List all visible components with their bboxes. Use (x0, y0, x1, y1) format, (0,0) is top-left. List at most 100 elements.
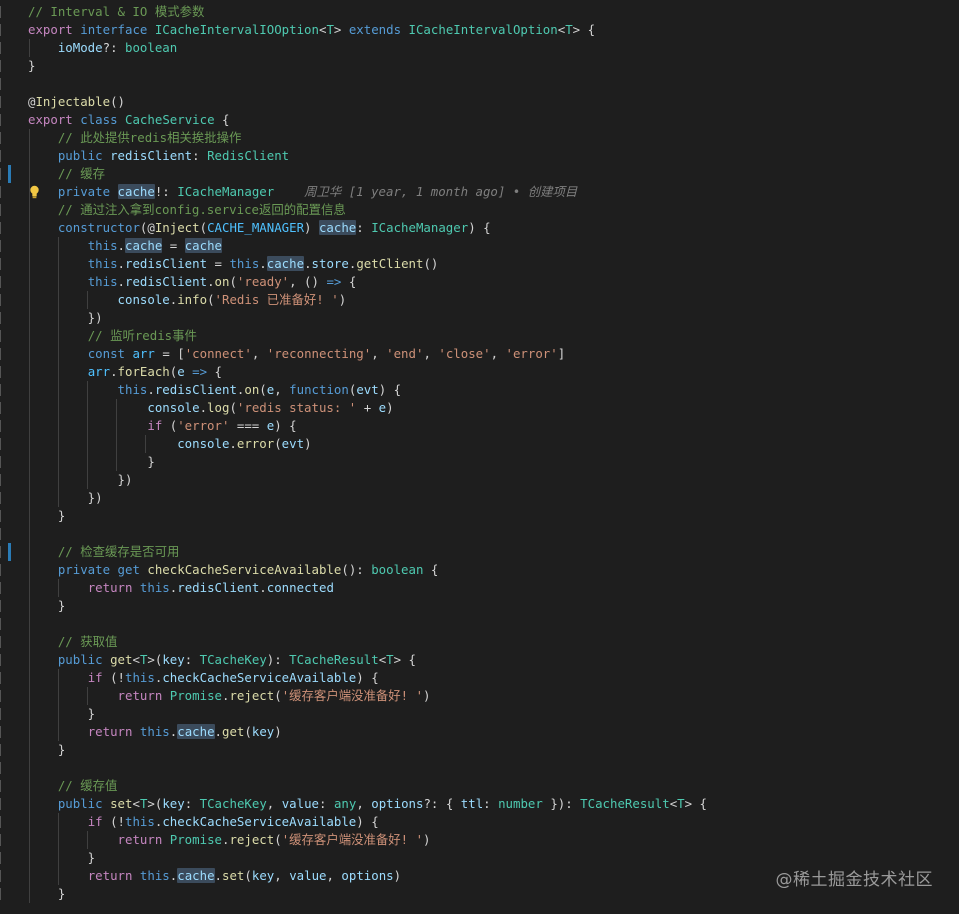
code-line[interactable]: public get< T >(key: TCacheKey): TCacheRes… (0, 651, 959, 669)
code-token: 'ready' (236, 274, 290, 289)
code-token: ) (304, 220, 319, 235)
code-line[interactable]: // 通过注入拿到config.service返回的配置信息 (0, 201, 959, 219)
code-token: ) (393, 868, 402, 883)
code-token: === (229, 418, 267, 433)
code-line[interactable]: return Promise.reject('缓存客户端没准备好! ') (0, 831, 959, 849)
code-token: reject (229, 832, 275, 847)
code-line[interactable]: constructor(@Inject(CACHE_MANAGER) cache… (0, 219, 959, 237)
code-comment: // 获取值 (57, 634, 118, 649)
code-token: value (281, 796, 320, 811)
code-token: } (28, 454, 155, 469)
code-line[interactable]: export interface ICacheIntervalIOOption<… (0, 21, 959, 39)
indent-guide (29, 39, 30, 57)
code-comment: // 监听redis事件 (87, 328, 197, 343)
code-line[interactable] (0, 759, 959, 777)
code-line[interactable] (0, 75, 959, 93)
code-token: (@ (139, 220, 155, 235)
code-token: . (117, 238, 125, 253)
code-token: get (117, 562, 140, 577)
code-line[interactable]: if (!this.checkCacheServiceAvailable) { (0, 813, 959, 831)
code-token: = (162, 238, 185, 253)
code-token: Promise (169, 832, 222, 847)
gutter-marker (0, 456, 1, 468)
code-line[interactable]: export class CacheService { (0, 111, 959, 129)
code-line[interactable]: } (0, 507, 959, 525)
code-line[interactable]: public redisClient: RedisClient (0, 147, 959, 165)
code-line[interactable] (0, 615, 959, 633)
code-line[interactable]: arr.forEach(e => { (0, 363, 959, 381)
code-line[interactable]: ioMode?: boolean (0, 39, 959, 57)
code-line[interactable]: private cache!: ICacheManager 周卫华 [1 yea… (0, 183, 959, 201)
code-line[interactable]: console.error(evt) (0, 435, 959, 453)
code-line[interactable]: // 缓存 (0, 165, 959, 183)
gutter-marker (0, 816, 1, 828)
code-token: getClient (356, 256, 424, 271)
code-line[interactable]: @Injectable() (0, 93, 959, 111)
gutter-marker (0, 834, 1, 846)
code-token: . (117, 274, 125, 289)
gutter-marker (0, 528, 1, 540)
indent-guide (29, 129, 30, 903)
code-line[interactable]: } (0, 741, 959, 759)
code-token: this (117, 382, 148, 397)
code-line[interactable]: // 获取值 (0, 633, 959, 651)
code-text: return this.redisClient.connected (28, 579, 334, 597)
code-line[interactable]: }) (0, 309, 959, 327)
code-line[interactable]: if ('error' === e) { (0, 417, 959, 435)
code-text: // 获取值 (28, 633, 118, 651)
code-line[interactable]: const arr = ['connect', 'reconnecting', … (0, 345, 959, 363)
code-token: } (28, 58, 36, 73)
code-comment: // Interval & IO 模式参数 (28, 4, 205, 19)
code-line[interactable]: }) (0, 471, 959, 489)
lightbulb-icon[interactable] (29, 185, 40, 199)
code-line[interactable]: this.redisClient.on(e, function(evt) { (0, 381, 959, 399)
code-line[interactable]: return Promise.reject('缓存客户端没准备好! ') (0, 687, 959, 705)
code-line[interactable]: // Interval & IO 模式参数 (0, 3, 959, 21)
code-text: // 此处提供redis相关挨批操作 (28, 129, 242, 147)
code-line[interactable]: // 监听redis事件 (0, 327, 959, 345)
code-line[interactable]: }) (0, 489, 959, 507)
code-line[interactable]: } (0, 57, 959, 75)
code-token: ) (423, 688, 431, 703)
code-line[interactable]: public set< T >(key: TCacheKey, value: any… (0, 795, 959, 813)
code-line[interactable] (0, 525, 959, 543)
code-token: ) (304, 436, 312, 451)
gutter-marker (0, 636, 1, 648)
highlighted-symbol: cache (117, 184, 155, 199)
code-token: this (87, 274, 118, 289)
code-text: private get checkCacheServiceAvailable()… (28, 561, 439, 579)
code-editor[interactable]: // Interval & IO 模式参数 export interface IC… (0, 0, 959, 914)
code-line[interactable]: // 检查缓存是否可用 (0, 543, 959, 561)
code-line[interactable]: if (!this.checkCacheServiceAvailable) { (0, 669, 959, 687)
code-line[interactable]: this.cache = cache (0, 237, 959, 255)
code-token: key (251, 868, 275, 883)
code-line[interactable]: this.redisClient = this.cache.store.getC… (0, 255, 959, 273)
code-token: , (371, 346, 387, 361)
code-line[interactable]: console.info('Redis 已准备好! ') (0, 291, 959, 309)
code-line[interactable]: this.redisClient.on('ready', () => { (0, 273, 959, 291)
code-line[interactable]: private get checkCacheServiceAvailable()… (0, 561, 959, 579)
code-token: ( (229, 400, 237, 415)
code-text: if (!this.checkCacheServiceAvailable) { (28, 813, 379, 831)
gutter-marker (0, 708, 1, 720)
code-line[interactable]: } (0, 705, 959, 723)
code-line[interactable]: return this.cache.get(key) (0, 723, 959, 741)
code-line[interactable]: } (0, 597, 959, 615)
code-token: evt (281, 436, 305, 451)
code-token: return (87, 724, 133, 739)
code-line[interactable]: // 此处提供redis相关挨批操作 (0, 129, 959, 147)
code-token: log (207, 400, 230, 415)
code-token: interface (80, 22, 148, 37)
code-line[interactable]: return this.redisClient.connected (0, 579, 959, 597)
code-comment: // 通过注入拿到config.service返回的配置信息 (57, 202, 346, 217)
code-token: . (110, 364, 118, 379)
code-line[interactable]: // 缓存值 (0, 777, 959, 795)
code-line[interactable]: console.log('redis status: ' + e) (0, 399, 959, 417)
code-token: , (326, 868, 342, 883)
code-line[interactable]: } (0, 453, 959, 471)
